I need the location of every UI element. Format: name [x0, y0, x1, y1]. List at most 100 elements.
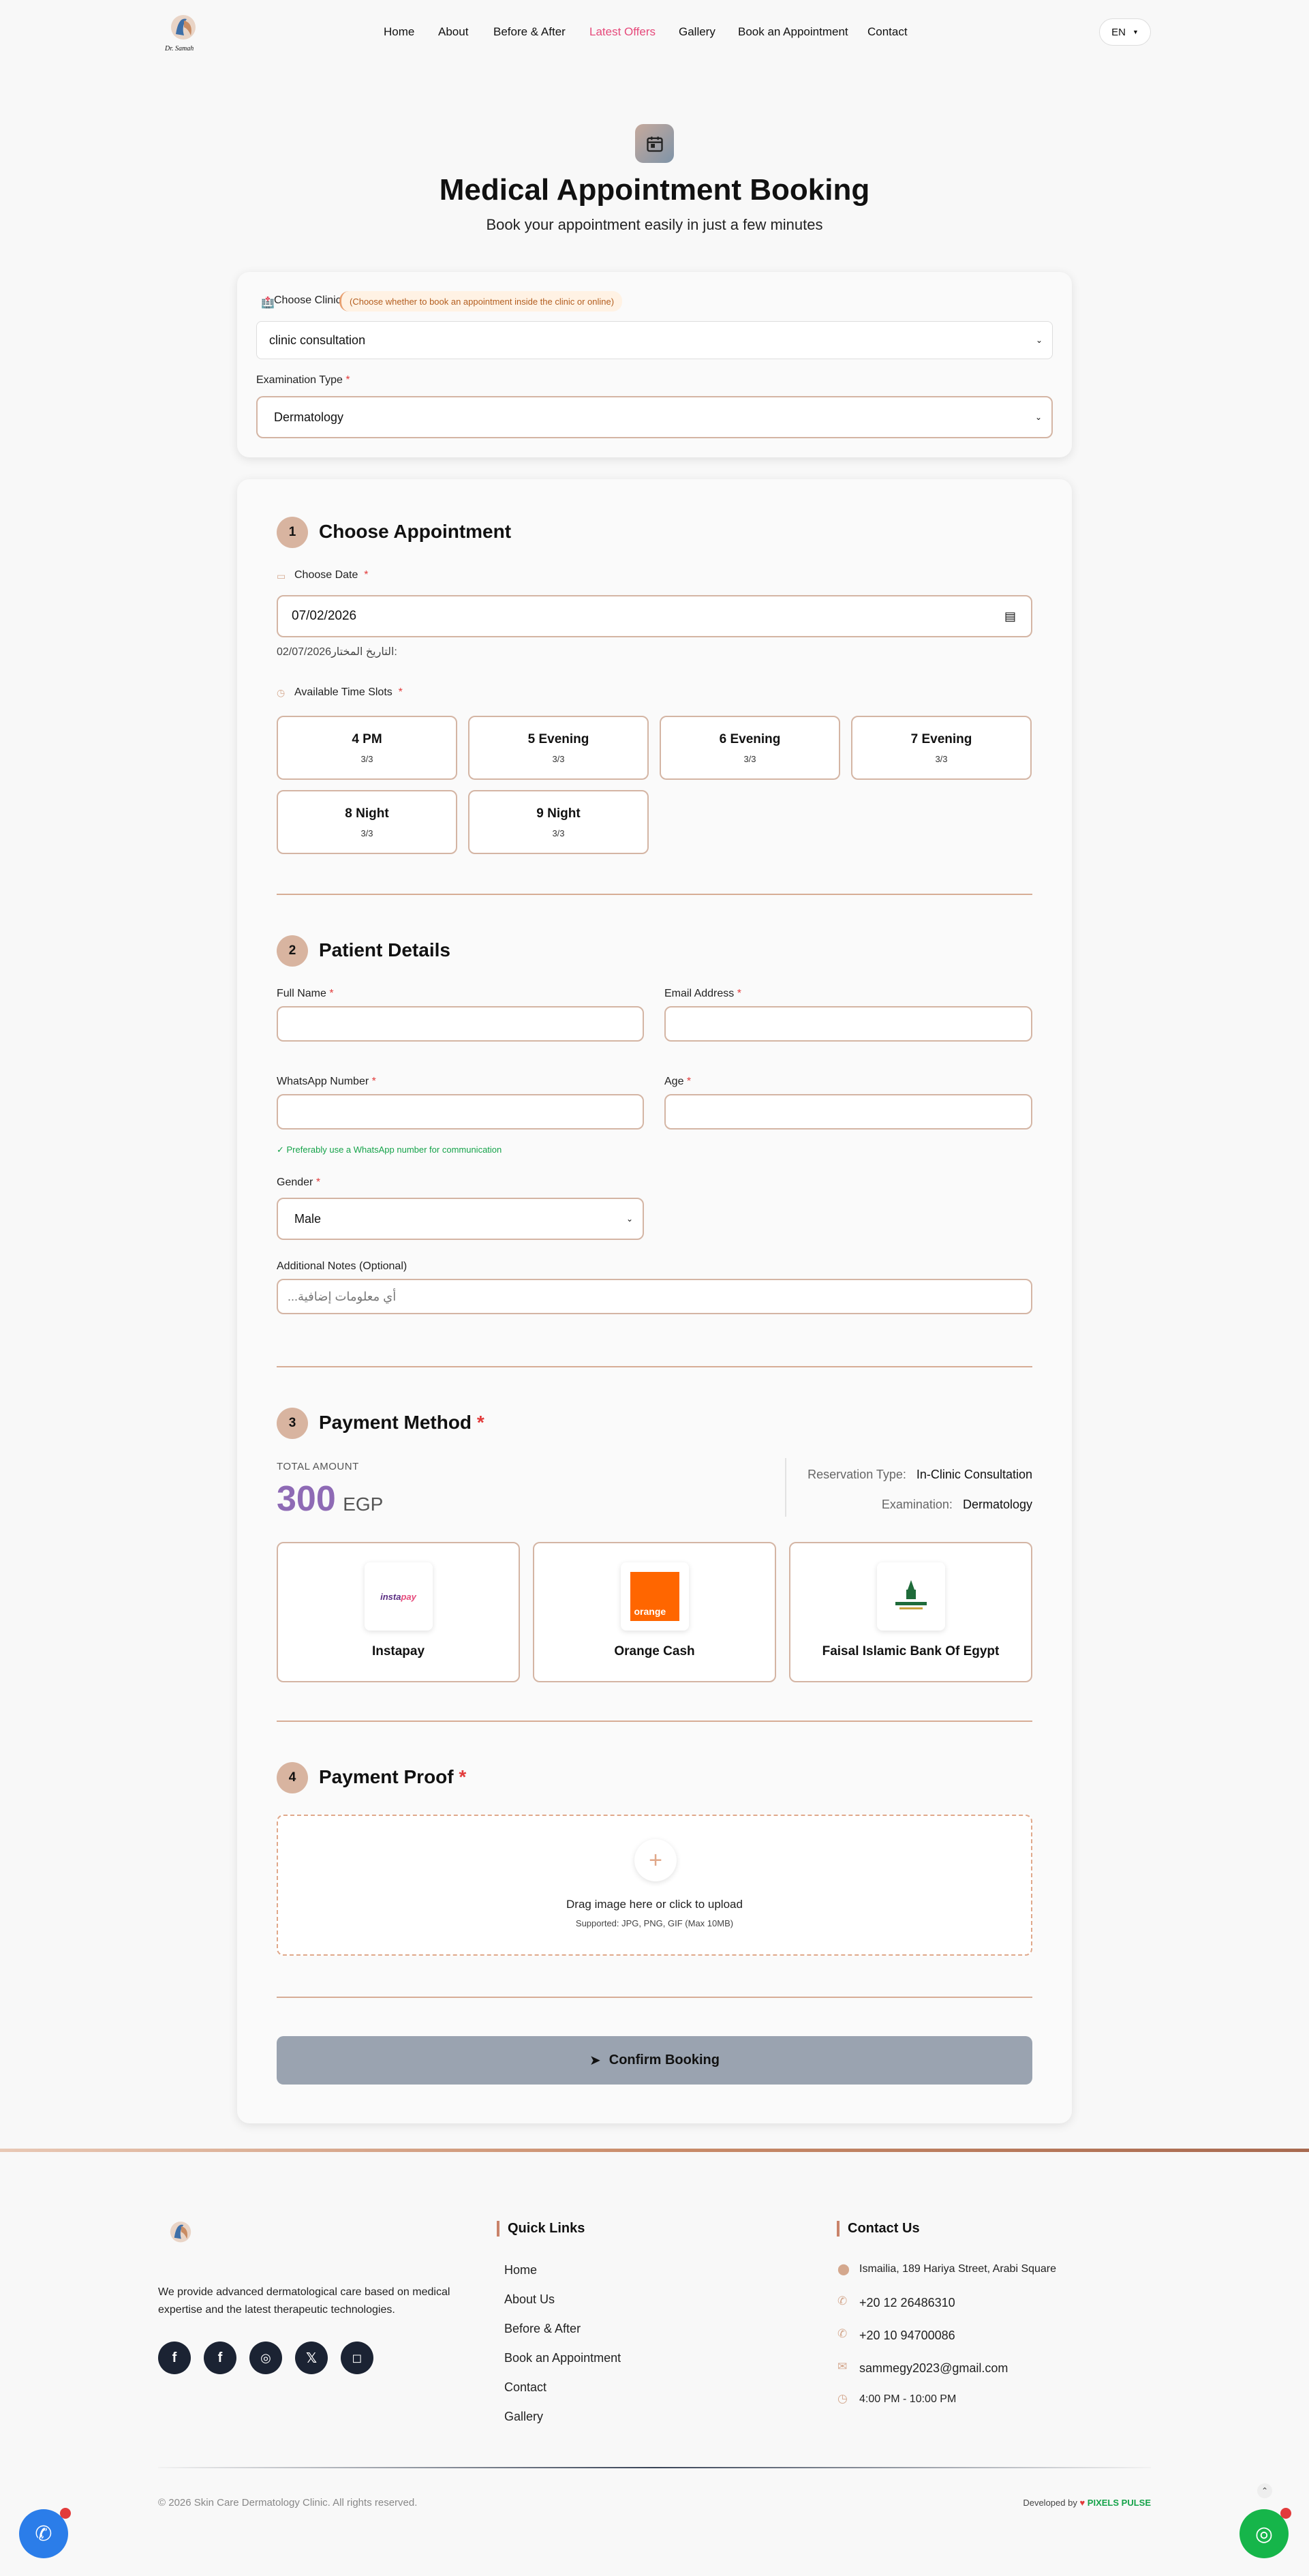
whatsapp-hint: ✓ Preferably use a WhatsApp number for c…: [277, 1145, 502, 1155]
nav-home[interactable]: Home: [384, 25, 414, 39]
notification-dot: [1280, 2508, 1291, 2519]
step-2-badge: 2: [277, 935, 308, 967]
choose-date-label: Choose Date *: [294, 569, 369, 581]
payment-faisal-bank[interactable]: Faisal Islamic Bank Of Egypt: [789, 1542, 1032, 1682]
calendar-icon: [635, 124, 674, 163]
email-input[interactable]: [664, 1006, 1032, 1042]
amount-value: 300: [277, 1479, 336, 1519]
facebook-icon[interactable]: f: [204, 2342, 236, 2374]
choose-clinic-label: Choose Clinic: [274, 294, 341, 306]
scroll-top-button[interactable]: ⌃: [1257, 2483, 1272, 2498]
step-1-badge: 1: [277, 517, 308, 548]
step-1-title: Choose Appointment: [319, 521, 512, 542]
footer-link-contact[interactable]: Contact: [504, 2380, 546, 2395]
top-nav: Dr. Samah Home About Before & After Late…: [0, 0, 1309, 65]
exam-type-label: Examination Type *: [256, 374, 350, 386]
footer-logo[interactable]: [164, 2218, 198, 2255]
exam-type-select[interactable]: Dermatology ⌄: [256, 396, 1053, 438]
section-divider: [277, 894, 1032, 895]
phone-icon: ✆: [837, 2327, 848, 2340]
nav-before-after[interactable]: Before & After: [493, 25, 566, 39]
plus-icon: +: [634, 1839, 677, 1881]
whatsapp-icon[interactable]: ◎: [249, 2342, 282, 2374]
footer-link-before-after[interactable]: Before & After: [504, 2322, 581, 2336]
step-3-badge: 3: [277, 1408, 308, 1439]
chevron-down-icon: ⌄: [626, 1214, 633, 1224]
contact-us-title: Contact Us: [837, 2221, 920, 2237]
phone-2[interactable]: +20 10 94700086: [859, 2329, 955, 2343]
whatsapp-label: WhatsApp Number *: [277, 1076, 376, 1087]
facebook-icon[interactable]: f: [158, 2342, 191, 2374]
clinic-logo[interactable]: Dr. Samah: [164, 11, 203, 55]
footer-link-gallery[interactable]: Gallery: [504, 2410, 543, 2424]
time-slot[interactable]: 7 Evening 3/3: [851, 716, 1032, 780]
hours-text: 4:00 PM - 10:00 PM: [859, 2393, 957, 2405]
clinic-select-value: clinic consultation: [269, 333, 366, 347]
clinic-hint: (Choose whether to book an appointment i…: [350, 296, 615, 307]
notification-dot: [60, 2508, 71, 2519]
time-slot[interactable]: 6 Evening 3/3: [660, 716, 840, 780]
calendar-picker-icon[interactable]: ▤: [1004, 609, 1016, 624]
gender-select[interactable]: Male ⌄: [277, 1198, 644, 1240]
page-title: Medical Appointment Booking: [439, 173, 870, 207]
x-icon[interactable]: 𝕏: [295, 2342, 328, 2374]
instagram-icon[interactable]: ◻: [341, 2342, 373, 2374]
time-slots-label: Available Time Slots *: [294, 686, 403, 698]
full-name-input[interactable]: [277, 1006, 644, 1042]
address-text: Ismailia, 189 Hariya Street, Arabi Squar…: [859, 2263, 1057, 2275]
phone-float-button[interactable]: ✆: [19, 2508, 71, 2558]
selected-date-note: 02/07/2026التاريخ المختار:: [277, 646, 397, 658]
full-name-label: Full Name *: [277, 988, 334, 999]
email-text[interactable]: sammegy2023@gmail.com: [859, 2361, 1008, 2376]
footer-link-book[interactable]: Book an Appointment: [504, 2351, 621, 2365]
whatsapp-input[interactable]: [277, 1094, 644, 1130]
footer-link-about[interactable]: About Us: [504, 2292, 555, 2307]
nav-contact[interactable]: Contact: [867, 25, 908, 39]
payment-orange-cash[interactable]: orange Orange Cash: [533, 1542, 776, 1682]
confirm-label: Confirm Booking: [609, 2052, 720, 2067]
payment-instapay[interactable]: instapay Instapay: [277, 1542, 520, 1682]
upload-dropzone[interactable]: + Drag image here or click to upload Sup…: [277, 1815, 1032, 1956]
section-divider: [277, 1997, 1032, 1998]
send-icon: ➤: [589, 2053, 601, 2068]
mail-icon: ✉: [837, 2360, 848, 2373]
language-switcher[interactable]: EN ▼: [1099, 18, 1151, 46]
nav-about[interactable]: About: [438, 25, 468, 39]
footer-link-home[interactable]: Home: [504, 2263, 537, 2277]
chevron-down-icon: ⌄: [1035, 335, 1043, 345]
nav-gallery[interactable]: Gallery: [679, 25, 715, 39]
step-2-title: Patient Details: [319, 939, 450, 960]
upload-subtitle: Supported: JPG, PNG, GIF (Max 10MB): [575, 1918, 734, 1928]
notes-input[interactable]: أي معلومات إضافية...: [277, 1279, 1032, 1314]
confirm-booking-button[interactable]: ➤ Confirm Booking: [277, 2036, 1032, 2085]
summary-divider: [785, 1458, 786, 1517]
footer-top-border: [0, 2149, 1309, 2152]
calendar-small-icon: ▭: [277, 571, 286, 581]
clinic-select[interactable]: clinic consultation ⌄: [256, 321, 1053, 359]
time-slot[interactable]: 9 Night 3/3: [468, 790, 649, 854]
step-4-badge: 4: [277, 1762, 308, 1793]
time-slot[interactable]: 4 PM 3/3: [277, 716, 457, 780]
phone-1[interactable]: +20 12 26486310: [859, 2296, 955, 2310]
total-amount-label: TOTAL AMOUNT: [277, 1461, 359, 1472]
clinic-hint-badge: (Choose whether to book an appointment i…: [339, 291, 623, 312]
instapay-logo: instapay: [364, 1562, 433, 1631]
whatsapp-float-button[interactable]: ◎: [1239, 2508, 1291, 2558]
time-slot[interactable]: 5 Evening 3/3: [468, 716, 649, 780]
examination-summary: Examination: Dermatology: [881, 1498, 1032, 1511]
nav-book-appointment[interactable]: Book an Appointment: [738, 25, 848, 39]
date-input[interactable]: 07/02/2026 ▤: [277, 595, 1032, 637]
clinic-card: 🏥 Choose Clinic (Choose whether to book …: [237, 272, 1072, 457]
location-icon: ⬤: [837, 2264, 850, 2275]
page-subtitle: Book your appointment easily in just a f…: [486, 216, 823, 233]
heart-icon: ♥: [1079, 2498, 1085, 2508]
gender-value: Male: [294, 1211, 322, 1226]
age-label: Age *: [664, 1076, 692, 1087]
age-input[interactable]: [664, 1094, 1032, 1130]
gender-label: Gender *: [277, 1177, 321, 1188]
nav-latest-offers[interactable]: Latest Offers: [589, 25, 656, 39]
clock-icon: ◷: [277, 687, 286, 698]
language-label: EN: [1111, 26, 1126, 38]
reservation-type: Reservation Type: In-Clinic Consultation: [807, 1468, 1032, 1481]
time-slot[interactable]: 8 Night 3/3: [277, 790, 457, 854]
